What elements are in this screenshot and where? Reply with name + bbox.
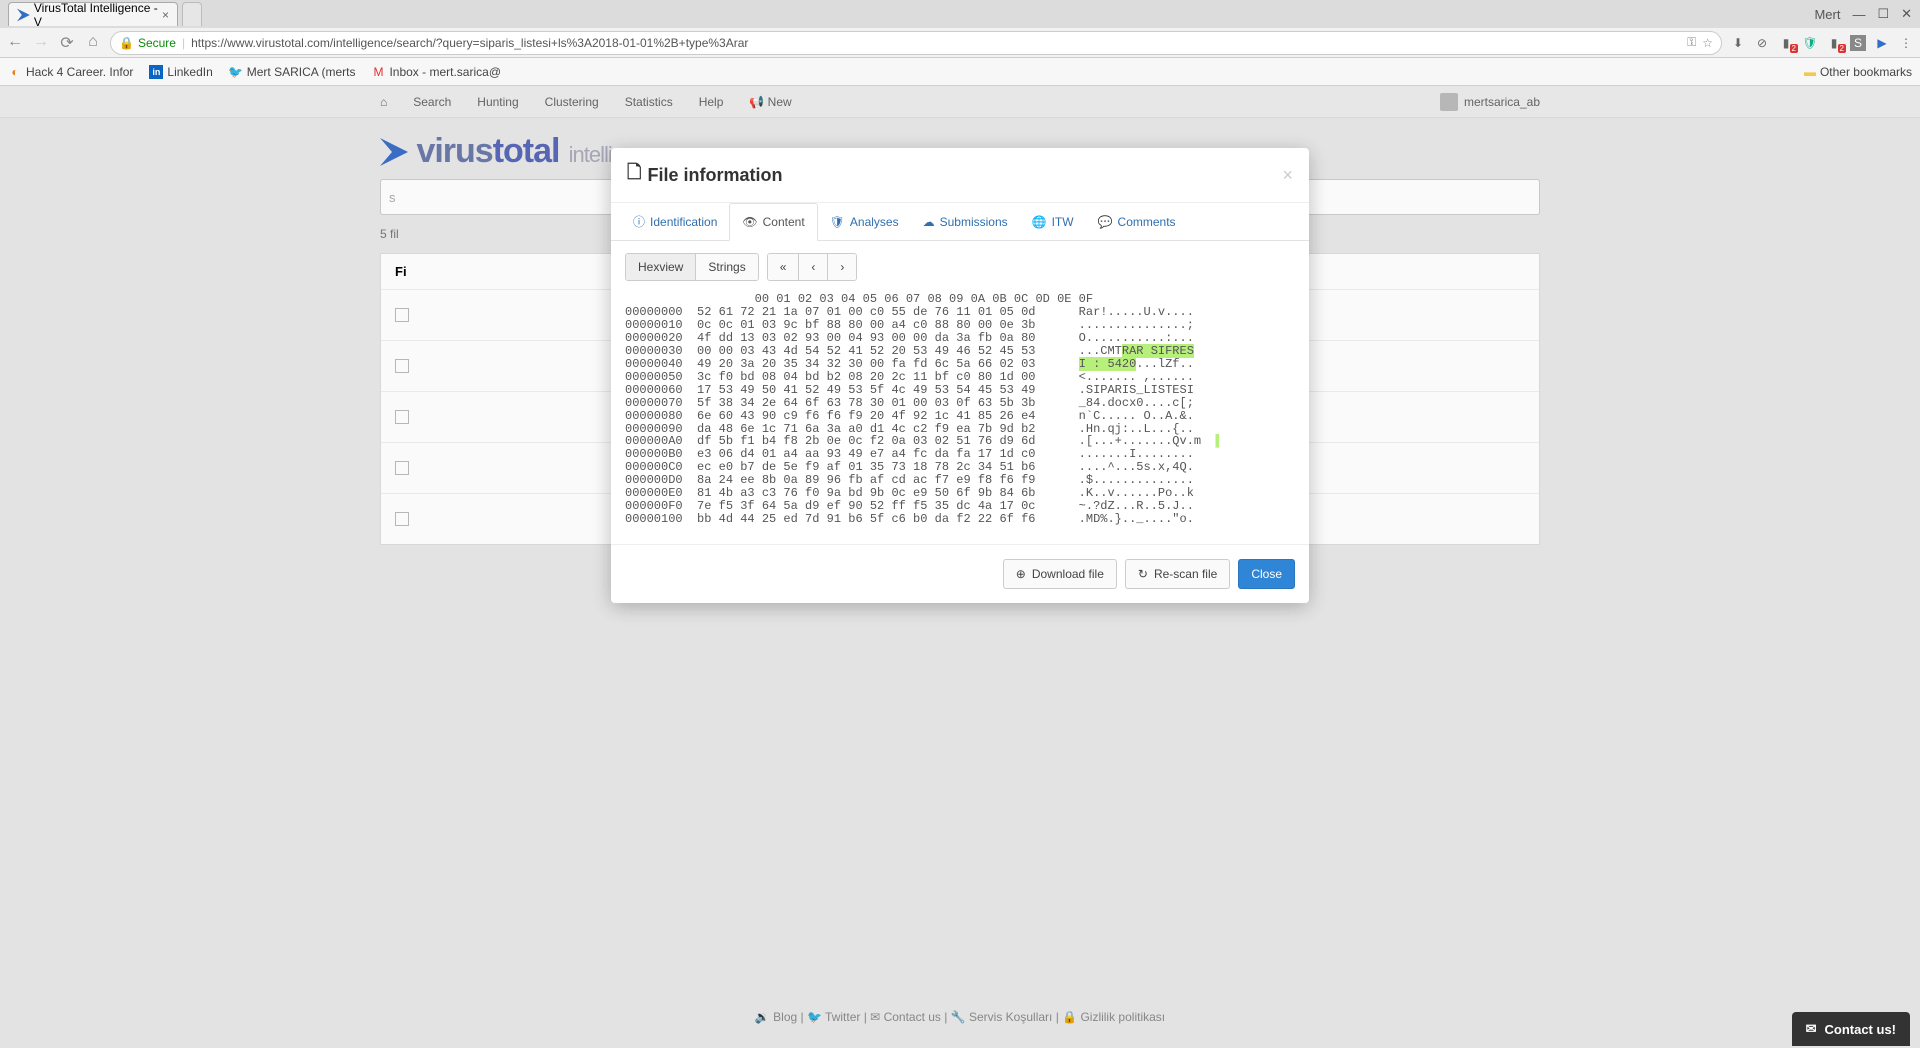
globe-icon: 🌐 [1032,215,1047,229]
bookmark-item[interactable]: MInbox - mert.sarica@ [371,65,501,79]
rescan-file-button[interactable]: ↻Re-scan file [1125,559,1230,589]
key-icon[interactable]: ⚿ [1687,35,1696,50]
page-next-icon[interactable]: › [828,254,856,280]
secure-lock-icon: 🔒 Secure [119,36,176,50]
modal-close-icon[interactable]: × [1282,165,1293,186]
gmail-icon: M [371,65,385,79]
toggle-strings[interactable]: Strings [696,254,757,280]
url-text: https://www.virustotal.com/intelligence/… [191,36,1681,50]
close-window-icon[interactable]: ✕ [1901,6,1912,22]
maximize-icon[interactable]: ☐ [1877,6,1889,22]
star-icon[interactable]: ☆ [1702,36,1713,50]
tab-content[interactable]: 👁Content [729,203,817,241]
adguard-extension-icon[interactable]: 🛡 [1802,35,1818,51]
linkedin-icon: in [149,65,163,79]
home-icon[interactable]: ⌂ [84,33,102,53]
extension-icon[interactable]: ⬇ [1730,35,1746,51]
twitter-icon: 🐦 [229,65,243,79]
page-prev-icon[interactable]: ‹ [799,254,828,280]
modal-title: 🗋 File information [627,160,782,190]
pager-controls: « ‹ › [767,253,858,281]
vt-extension-icon[interactable]: ▶ [1874,35,1890,51]
shield-icon: 🛡 [830,215,845,229]
upload-icon: ☁ [923,215,935,229]
file-icon: 🗋 [627,160,641,190]
bookmark-item[interactable]: ◐Hack 4 Career. Infor [8,65,133,79]
file-information-modal: 🗋 File information × ⓘIdentification 👁Co… [611,148,1309,603]
bookmark-item[interactable]: inLinkedIn [149,65,212,79]
new-tab-button[interactable] [182,2,202,26]
noscript-extension-icon[interactable]: ⊘ [1754,35,1770,51]
bookmark-item[interactable]: 🐦Mert SARICA (merts [229,65,356,79]
toggle-hexview[interactable]: Hexview [626,254,696,280]
omnibox[interactable]: 🔒 Secure | https://www.virustotal.com/in… [110,31,1722,55]
page-first-icon[interactable]: « [768,254,800,280]
close-button[interactable]: Close [1238,559,1295,589]
address-bar: ← → ⟳ ⌂ 🔒 Secure | https://www.virustota… [0,28,1920,58]
modal-tabs: ⓘIdentification 👁Content 🛡Analyses ☁Subm… [611,203,1309,241]
other-bookmarks[interactable]: ▬Other bookmarks [1804,65,1912,79]
forward-icon[interactable]: → [32,33,50,53]
tab-analyses[interactable]: 🛡Analyses [818,203,911,240]
download-icon: ⊕ [1016,567,1026,581]
content-toolbar: Hexview Strings « ‹ › [611,241,1309,289]
eye-icon: 👁 [742,215,757,229]
folder-icon: ▬ [1804,65,1816,79]
hex-view: 00 01 02 03 04 05 06 07 08 09 0A 0B 0C 0… [611,289,1309,544]
separator: | [182,36,185,50]
browser-chrome: VirusTotal Intelligence - V × Mert — ☐ ✕… [0,0,1920,86]
hack4career-icon: ◐ [8,65,22,79]
back-icon[interactable]: ← [6,33,24,53]
download-file-button[interactable]: ⊕Download file [1003,559,1117,589]
refresh-icon: ↻ [1138,567,1148,581]
tab-strip: VirusTotal Intelligence - V × Mert — ☐ ✕ [0,0,1920,28]
info-icon: ⓘ [633,213,645,230]
lastpass-extension-icon[interactable]: ▮2 [1778,35,1794,51]
extension-icon-2[interactable]: S [1850,35,1866,51]
modal-footer: ⊕Download file ↻Re-scan file Close [611,544,1309,603]
tab-identification[interactable]: ⓘIdentification [621,203,729,240]
menu-icon[interactable]: ⋮ [1898,35,1914,51]
tab-itw[interactable]: 🌐ITW [1020,203,1086,240]
close-icon[interactable]: × [162,8,169,22]
reload-icon[interactable]: ⟳ [58,33,76,53]
browser-tab[interactable]: VirusTotal Intelligence - V × [8,2,178,26]
contact-us-widget[interactable]: ✉ Contact us! [1792,1012,1910,1046]
view-toggle: Hexview Strings [625,253,759,281]
tab-title: VirusTotal Intelligence - V [34,1,158,29]
tab-submissions[interactable]: ☁Submissions [911,203,1020,240]
tab-comments[interactable]: 💬Comments [1086,203,1188,240]
user-chip[interactable]: Mert [1814,7,1840,22]
envelope-icon: ✉ [1806,1021,1817,1037]
minimize-icon[interactable]: — [1852,7,1865,22]
ublock-extension-icon[interactable]: ▮2 [1826,35,1842,51]
comment-icon: 💬 [1098,215,1113,229]
virustotal-favicon-icon [17,8,30,22]
bookmarks-bar: ◐Hack 4 Career. Infor inLinkedIn 🐦Mert S… [0,58,1920,86]
